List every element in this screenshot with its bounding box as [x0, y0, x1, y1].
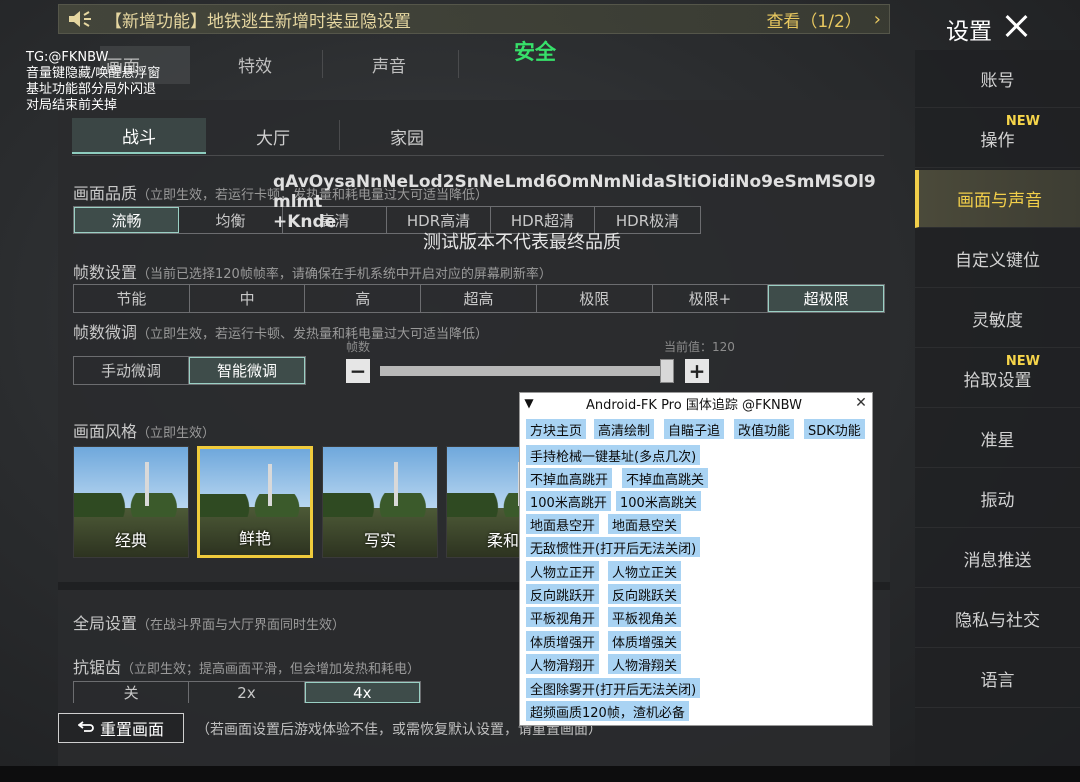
menu-button[interactable]: 100米高跳开	[526, 491, 611, 511]
menu-tab[interactable]: 改值功能	[734, 419, 795, 439]
menu-button[interactable]: 地面悬空开	[526, 514, 600, 534]
framerate-options: 节能 中 高 超高 极限 极限+ 超极限	[73, 284, 885, 313]
menu-tab[interactable]: SDK功能	[804, 419, 865, 439]
finetune-mode[interactable]: 手动微调	[74, 357, 189, 384]
menu-button[interactable]: 体质增强开	[526, 631, 600, 651]
overlay-menu-title: Android-FK Pro 国体追踪 @FKNBW	[585, 397, 802, 413]
framerate-slider-knob[interactable]	[660, 359, 675, 383]
reset-graphics-button[interactable]: 重置画面	[58, 713, 184, 743]
framerate-option[interactable]: 超高	[421, 285, 537, 312]
framerate-option[interactable]: 节能	[74, 285, 190, 312]
settings-title: 设置	[946, 19, 992, 45]
sidebar-item-crosshair[interactable]: 准星	[915, 410, 1080, 468]
menu-button[interactable]: 体质增强关	[608, 631, 682, 651]
framerate-option[interactable]: 超极限	[768, 285, 885, 312]
sidebar-item-custom-layout[interactable]: 自定义键位	[915, 230, 1080, 288]
framerate-slider-fill	[380, 366, 668, 376]
antialias-option[interactable]: 4x	[304, 682, 420, 703]
style-card-vivid[interactable]: 鲜艳	[197, 446, 313, 558]
sidebar-item-language[interactable]: 语言	[915, 650, 1080, 708]
quality-option[interactable]: 均衡	[179, 207, 283, 233]
framerate-option[interactable]: 中	[190, 285, 306, 312]
overlay-code-text: qAvOysaNnNeLod2SnNeLmd6OmNmNidaSltiOidiN…	[273, 172, 876, 232]
overlay-menu: ▼ Android-FK Pro 国体追踪 @FKNBW ✕ 方块主页 高清绘制…	[519, 392, 873, 726]
menu-button[interactable]: 不掉血高跳关	[622, 468, 709, 488]
sidebar-item-pickup[interactable]: 拾取设置 NEW	[915, 350, 1080, 408]
watermark-text: TG:@FKNBW 音量键隐藏/唤醒悬浮窗 基址功能部分局外闪退 对局结束前关掉	[26, 50, 161, 113]
finetune-label: 帧数微调（立即生效，若运行卡顿、发热量和耗电量过大可适当降低）	[73, 323, 489, 342]
new-badge: NEW	[1005, 114, 1040, 129]
announcement-view-link[interactable]: 查看（1/2）	[766, 7, 861, 32]
subtab-battle[interactable]: 战斗	[72, 118, 206, 154]
tab-audio[interactable]: 声音	[372, 52, 406, 77]
tab-effects[interactable]: 特效	[238, 52, 272, 77]
antialias-option[interactable]: 关	[74, 682, 190, 703]
finetune-modes: 手动微调 智能微调	[73, 356, 306, 385]
subtab-home[interactable]: 家园	[340, 118, 474, 154]
slider-minus-button[interactable]: −	[346, 359, 370, 383]
global-label: 全局设置（在战斗界面与大厅界面同时生效）	[73, 614, 346, 633]
sub-tab-bar: 战斗 大厅 家园	[72, 118, 884, 156]
antialias-label: 抗锯齿（立即生效；提高画面平滑，但会增加发热和耗电）	[73, 658, 421, 677]
menu-button[interactable]: 人物立正关	[608, 561, 682, 581]
framerate-label: 帧数设置（当前已选择120帧帧率，请确保在手机系统中开启对应的屏幕刷新率）	[73, 263, 552, 282]
sidebar-item-account[interactable]: 账号	[915, 50, 1080, 108]
menu-button[interactable]: 手持枪械一键基址(多点几次)	[526, 445, 701, 465]
menu-button[interactable]: 超频画质120帧，渣机必备	[526, 701, 689, 721]
menu-button[interactable]: 不掉血高跳开	[526, 468, 613, 488]
sidebar-item-controls[interactable]: 操作 NEW	[915, 110, 1080, 168]
undo-icon	[77, 719, 94, 738]
quality-option[interactable]: 流畅	[74, 207, 179, 233]
menu-button[interactable]: 人物滑翔关	[608, 654, 682, 674]
subtab-lobby[interactable]: 大厅	[206, 118, 340, 154]
sidebar-item-vibration[interactable]: 振动	[915, 470, 1080, 528]
menu-button[interactable]: 地面悬空关	[608, 514, 682, 534]
style-card-classic[interactable]: 经典	[73, 446, 189, 558]
collapse-triangle-icon[interactable]: ▼	[520, 396, 538, 410]
framerate-option[interactable]: 极限+	[653, 285, 769, 312]
top-tab-bar: 画面 特效 声音	[58, 42, 890, 92]
sidebar-item-notifications[interactable]: 消息推送	[915, 530, 1080, 588]
sidebar-item-graphics-audio[interactable]: 画面与声音	[915, 170, 1080, 228]
chevron-right-icon[interactable]: ›	[874, 9, 881, 30]
antialias-options: 关 2x 4x	[73, 681, 421, 703]
announcement-bar[interactable]: 【新增功能】地铁逃生新增时装显隐设置 查看（1/2） ›	[58, 4, 890, 34]
overlay-menu-header[interactable]: ▼ Android-FK Pro 国体追踪 @FKNBW ✕	[520, 393, 872, 413]
style-card-realistic[interactable]: 写实	[322, 446, 438, 558]
close-icon[interactable]: ✕	[850, 395, 872, 411]
announcement-title: 【新增功能】地铁逃生新增时装显隐设置	[105, 11, 411, 32]
finetune-mode[interactable]: 智能微调	[189, 357, 305, 384]
menu-button[interactable]: 人物滑翔开	[526, 654, 600, 674]
menu-button[interactable]: 反向跳跃开	[526, 584, 600, 604]
menu-tab[interactable]: 方块主页	[526, 419, 587, 439]
menu-button[interactable]: 全图除雾开(打开后无法关闭)	[526, 678, 701, 698]
menu-button[interactable]: 平板视角关	[608, 607, 682, 627]
menu-button[interactable]: 100米高跳关	[616, 491, 701, 511]
slider-label: 帧数	[346, 340, 371, 354]
speaker-icon	[67, 9, 95, 29]
tab-security[interactable]: 安全	[514, 36, 556, 66]
menu-button[interactable]: 平板视角开	[526, 607, 600, 627]
sidebar-item-privacy[interactable]: 隐私与社交	[915, 590, 1080, 648]
tab-divider	[322, 50, 323, 78]
menu-tab[interactable]: 自瞄子追	[664, 419, 725, 439]
bottom-bar	[0, 766, 1080, 782]
style-label: 画面风格（立即生效）	[73, 422, 216, 441]
framerate-option[interactable]: 极限	[537, 285, 653, 312]
menu-button[interactable]: 反向跳跃关	[608, 584, 682, 604]
tab-divider	[458, 50, 459, 78]
antialias-option[interactable]: 2x	[189, 682, 305, 703]
close-icon[interactable]	[1000, 10, 1032, 42]
framerate-option[interactable]: 高	[305, 285, 422, 312]
menu-button[interactable]: 人物立正开	[526, 561, 600, 581]
slider-current-value: 当前值：120	[664, 340, 735, 354]
slider-plus-button[interactable]: +	[685, 359, 709, 383]
new-badge: NEW	[1005, 354, 1040, 369]
sidebar-item-sensitivity[interactable]: 灵敏度	[915, 290, 1080, 348]
settings-sidebar: 账号 操作 NEW 画面与声音 自定义键位 灵敏度 拾取设置 NEW 准星 振动 消…	[915, 50, 1080, 766]
test-version-text: 测试版本不代表最终品质	[423, 232, 621, 253]
menu-button[interactable]: 无敌惯性开(打开后无法关闭)	[526, 537, 701, 557]
menu-tab[interactable]: 高清绘制	[594, 419, 655, 439]
